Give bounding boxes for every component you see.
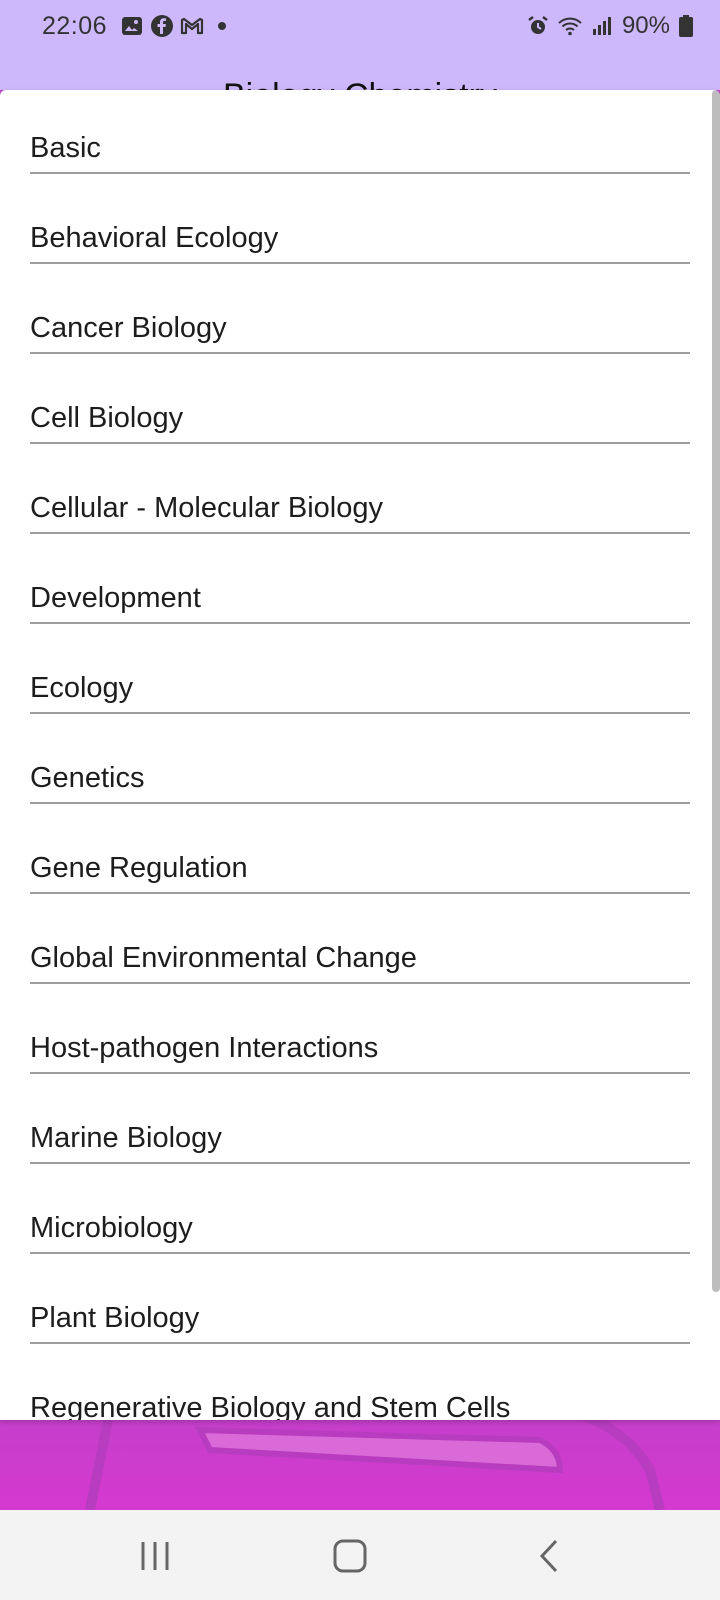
topic-option-label: Genetics [30,762,145,794]
topic-option[interactable]: Global Environmental Change [30,900,690,990]
gmail-icon [180,17,204,35]
option-divider [30,442,690,444]
signal-icon [592,17,611,35]
topic-selection-dialog: Basic Behavioral Ecology Cancer Biology Cel… [0,90,720,1420]
topic-option[interactable]: Cell Biology [30,360,690,450]
topic-option-label: Ecology [30,672,134,704]
topic-option[interactable]: Plant Biology [30,1260,690,1350]
system-status: 90% [526,12,694,40]
option-divider [30,352,690,354]
gallery-icon [122,17,142,35]
recent-apps-icon[interactable] [135,1538,175,1574]
option-divider [30,1162,690,1164]
option-divider [30,1342,690,1344]
topic-option-label: Plant Biology [30,1302,200,1334]
topic-option[interactable]: Cellular - Molecular Biology [30,450,690,540]
scrollbar[interactable] [712,90,720,1292]
topic-option-label: Regenerative Biology and Stem Cells [30,1392,511,1420]
facebook-icon [151,15,173,37]
topic-option[interactable]: Gene Regulation [30,810,690,900]
battery-percent: 90% [621,12,670,39]
topic-option[interactable]: Genetics [30,720,690,810]
option-divider [30,532,690,534]
status-time: 22:06 [42,12,108,40]
topic-option[interactable]: Marine Biology [30,1080,690,1170]
topic-option-label: Cancer Biology [30,312,227,344]
option-divider [30,262,690,264]
topic-option-label: Microbiology [30,1212,193,1244]
option-divider [30,1072,690,1074]
home-icon[interactable] [330,1538,370,1574]
option-divider [30,982,690,984]
option-divider [30,172,690,174]
topic-option[interactable]: Behavioral Ecology [30,180,690,270]
topic-option-label: Global Environmental Change [30,942,417,974]
topic-option-label: Development [30,582,201,614]
topic-option[interactable]: Cancer Biology [30,270,690,360]
topic-option-label: Behavioral Ecology [30,222,279,254]
topic-option-label: Cell Biology [30,402,184,434]
dot-icon [218,22,226,30]
wifi-icon [558,17,582,36]
topic-option-label: Basic [30,132,101,164]
topic-option-label: Cellular - Molecular Biology [30,492,383,524]
topic-option[interactable]: Basic [30,90,690,180]
topic-option-label: Marine Biology [30,1122,222,1154]
status-bar: 22:06 90% [0,0,720,90]
topic-option[interactable]: Host-pathogen Interactions [30,990,690,1080]
option-divider [30,622,690,624]
option-divider [30,1252,690,1254]
navigation-bar [0,1510,720,1600]
topic-option-label: Host-pathogen Interactions [30,1032,379,1064]
option-divider [30,802,690,804]
alarm-icon [528,16,548,34]
topic-option-label: Gene Regulation [30,852,248,884]
topic-option[interactable]: Development [30,540,690,630]
option-divider [30,712,690,714]
notification-icons [120,14,234,38]
option-divider [30,892,690,894]
topic-list: Basic Behavioral Ecology Cancer Biology Cel… [30,90,690,1420]
topic-option[interactable]: Microbiology [30,1170,690,1260]
topic-option[interactable]: Regenerative Biology and Stem Cells [30,1350,690,1420]
back-icon[interactable] [530,1538,570,1574]
battery-icon [679,15,693,37]
topic-option[interactable]: Ecology [30,630,690,720]
